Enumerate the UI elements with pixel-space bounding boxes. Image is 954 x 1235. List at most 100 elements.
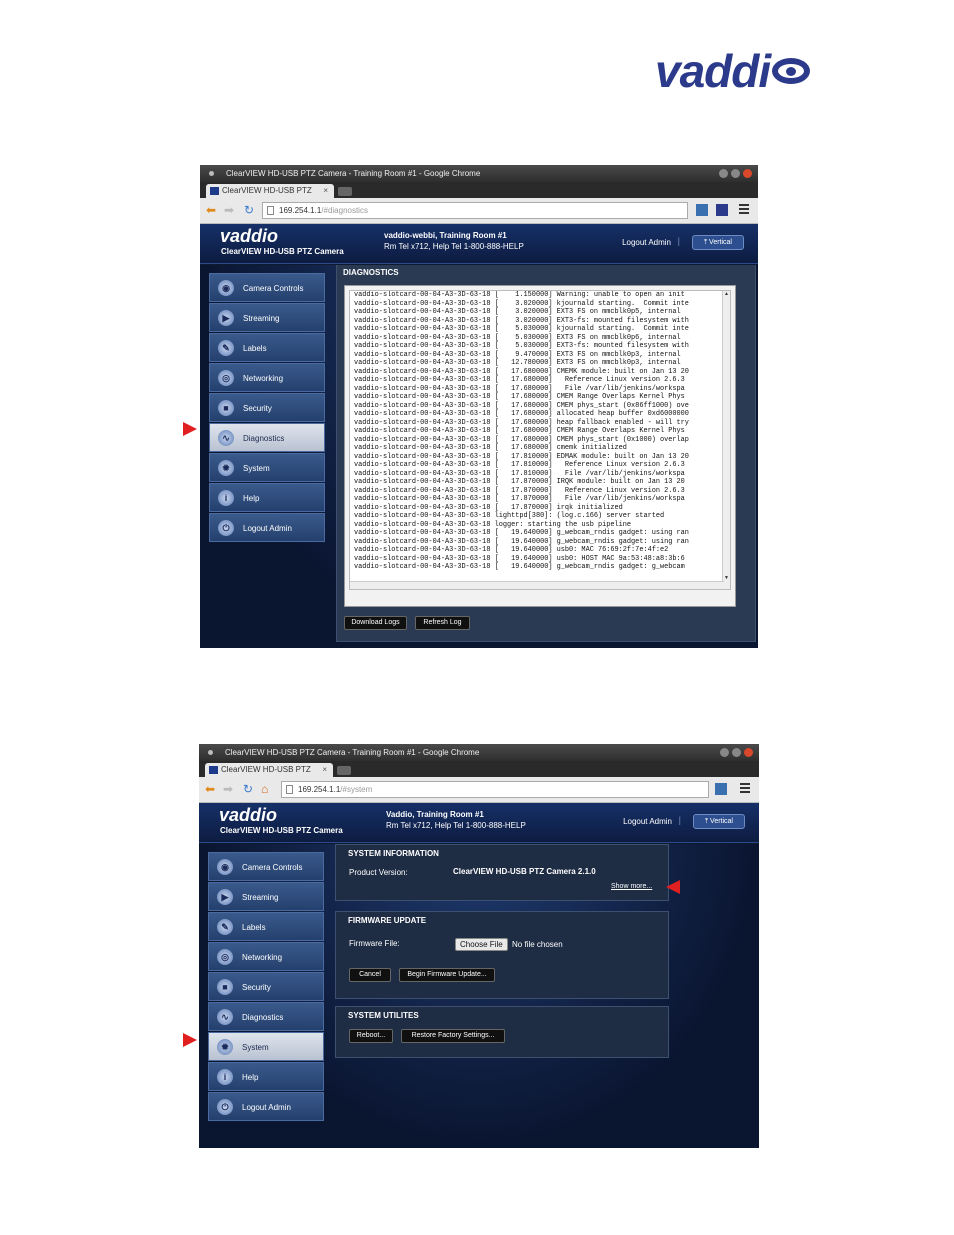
new-tab-button[interactable] <box>338 187 352 196</box>
cancel-button[interactable]: Cancel <box>349 968 391 982</box>
log-line: vaddio-slotcard-00-04-A3-3D-63-18 [ 19.6… <box>354 563 685 571</box>
log-line: vaddio-slotcard-00-04-A3-3D-63-18 [ 17.6… <box>354 418 689 427</box>
reboot-button[interactable]: Reboot... <box>349 1029 393 1043</box>
choose-file-button[interactable]: Choose File <box>455 938 508 951</box>
close-tab-icon[interactable]: × <box>323 184 328 198</box>
log-line: vaddio-slotcard-00-04-A3-3D-63-18 [ 5.03… <box>354 342 689 350</box>
sidebar-item-security[interactable]: ■ Security <box>209 393 325 422</box>
log-line: vaddio-slotcard-00-04-A3-3D-63-18 [ 17.6… <box>354 444 627 452</box>
sidebar-item-security[interactable]: ■ Security <box>208 972 324 1001</box>
sidebar-item-system[interactable]: ✹ System <box>209 453 325 482</box>
section-title: SYSTEM INFORMATION <box>348 849 439 858</box>
header-separator: | <box>677 236 680 246</box>
sidebar-item-system[interactable]: ✹ System <box>208 1032 324 1061</box>
vaddio-logo: vaddi <box>655 44 875 97</box>
window-title: ClearVIEW HD-USB PTZ Camera - Training R… <box>226 169 481 178</box>
sidebar-item-help[interactable]: i Help <box>209 483 325 512</box>
camera-icon: ◉ <box>217 859 233 875</box>
back-icon[interactable]: ⬅ <box>205 782 215 796</box>
sidebar-item-networking[interactable]: ◎ Networking <box>209 363 325 392</box>
sidebar-item-camera-controls[interactable]: ◉ Camera Controls <box>208 852 324 881</box>
log-vertical-scrollbar[interactable] <box>722 291 730 589</box>
window-menu-icon[interactable] <box>208 750 213 755</box>
chrome-menu-icon[interactable] <box>740 783 750 795</box>
vertical-layout-button[interactable]: ⤒ Vertical <box>693 814 745 829</box>
power-icon: ⏻ <box>217 1099 233 1115</box>
reload-icon[interactable]: ↻ <box>244 203 254 217</box>
minimize-icon[interactable] <box>720 748 729 757</box>
firmware-file-label: Firmware File: <box>349 939 400 948</box>
sidebar-item-diagnostics[interactable]: ∿ Diagnostics <box>208 1002 324 1031</box>
download-logs-button[interactable]: Download Logs <box>344 616 407 630</box>
sidebar-item-camera-controls[interactable]: ◉ Camera Controls <box>209 273 325 302</box>
maximize-icon[interactable] <box>731 169 740 178</box>
logo-o-icon <box>772 57 811 84</box>
log-line: vaddio-slotcard-00-04-A3-3D-63-18 [ 1.15… <box>354 291 685 299</box>
begin-firmware-update-button[interactable]: Begin Firmware Update... <box>399 968 495 982</box>
log-horizontal-scrollbar[interactable] <box>350 581 724 589</box>
close-window-icon[interactable] <box>743 169 752 178</box>
page-icon <box>267 206 274 215</box>
app-logo: vaddio <box>220 226 279 246</box>
close-window-icon[interactable] <box>744 748 753 757</box>
log-textarea[interactable]: vaddio-slotcard-00-04-A3-3D-63-18 [ 1.15… <box>349 290 731 590</box>
sidebar-item-networking[interactable]: ◎ Networking <box>208 942 324 971</box>
address-bar[interactable]: 169.254.1.1/#diagnostics <box>262 202 688 219</box>
address-bar[interactable]: 169.254.1.1/#system <box>281 781 709 798</box>
back-icon[interactable]: ⬅ <box>206 203 216 217</box>
new-tab-button[interactable] <box>337 766 351 775</box>
close-tab-icon[interactable]: × <box>322 763 327 777</box>
info-icon: i <box>218 490 234 506</box>
extension-monitor-icon[interactable] <box>696 204 708 216</box>
log-line: vaddio-slotcard-00-04-A3-3D-63-18 [ 19.6… <box>354 529 689 537</box>
navigation-bar: ⬅ ➡ ↻ ⌂ 169.254.1.1/#system <box>199 777 759 803</box>
tab-strip: ClearVIEW HD-USB PTZ × <box>199 761 759 777</box>
sidebar-item-streaming[interactable]: ▶ Streaming <box>208 882 324 911</box>
browser-tab[interactable]: ClearVIEW HD-USB PTZ × <box>206 184 334 198</box>
sidebar-item-streaming[interactable]: ▶ Streaming <box>209 303 325 332</box>
tab-strip: ClearVIEW HD-USB PTZ × <box>200 182 758 198</box>
forward-icon[interactable]: ➡ <box>223 782 233 796</box>
window-title: ClearVIEW HD-USB PTZ Camera - Training R… <box>225 748 480 757</box>
diagnostics-panel: DIAGNOSTICS vaddio-slotcard-00-04-A3-3D-… <box>336 265 756 642</box>
minimize-icon[interactable] <box>719 169 728 178</box>
log-line: vaddio-slotcard-00-04-A3-3D-63-18 [ 17.6… <box>354 427 685 435</box>
refresh-log-button[interactable]: Refresh Log <box>415 616 470 630</box>
log-line: vaddio-slotcard-00-04-A3-3D-63-18 logger… <box>354 520 632 529</box>
window-titlebar: ClearVIEW HD-USB PTZ Camera - Training R… <box>199 744 759 761</box>
sidebar-item-logout[interactable]: ⏻ Logout Admin <box>208 1092 324 1121</box>
favicon-icon <box>210 187 219 195</box>
restore-factory-settings-button[interactable]: Restore Factory Settings... <box>401 1029 505 1043</box>
section-title: FIRMWARE UPDATE <box>348 916 427 925</box>
log-line: vaddio-slotcard-00-04-A3-3D-63-18 [ 3.02… <box>354 299 689 308</box>
logout-link[interactable]: Logout Admin <box>622 238 671 247</box>
log-line: vaddio-slotcard-00-04-A3-3D-63-18 [ 9.47… <box>354 350 681 359</box>
vertical-layout-button[interactable]: ⤒ Vertical <box>692 235 744 250</box>
sidebar-item-diagnostics[interactable]: ∿ Diagnostics <box>209 423 325 452</box>
home-icon[interactable]: ⌂ <box>261 782 268 796</box>
extension-monitor-icon[interactable] <box>715 783 727 795</box>
room-phone: Rm Tel x712, Help Tel 1-800-888-HELP <box>386 821 526 830</box>
room-name: vaddio-webbi, Training Room #1 <box>384 231 507 240</box>
forward-icon[interactable]: ➡ <box>224 203 234 217</box>
gear-icon: ✹ <box>217 1039 233 1055</box>
browser-tab[interactable]: ClearVIEW HD-USB PTZ × <box>205 763 333 777</box>
maximize-icon[interactable] <box>732 748 741 757</box>
app-body: ◉ Camera Controls ▶ Streaming ✎ Labels ◎ Net… <box>200 265 758 648</box>
sidebar-item-help[interactable]: i Help <box>208 1062 324 1091</box>
pointer-arrow-system <box>183 1033 197 1047</box>
show-more-link[interactable]: Show more... <box>611 883 652 890</box>
sidebar-item-labels[interactable]: ✎ Labels <box>209 333 325 362</box>
gear-icon: ✹ <box>218 460 234 476</box>
chrome-menu-icon[interactable] <box>739 204 749 216</box>
extension-vaddio-icon[interactable] <box>716 204 728 216</box>
logout-link[interactable]: Logout Admin <box>623 817 672 826</box>
sidebar-item-labels[interactable]: ✎ Labels <box>208 912 324 941</box>
sidebar-item-logout[interactable]: ⏻ Logout Admin <box>209 513 325 542</box>
navigation-bar: ⬅ ➡ ↻ 169.254.1.1/#diagnostics <box>200 198 758 224</box>
product-version-value: ClearVIEW HD-USB PTZ Camera 2.1.0 <box>453 867 596 876</box>
window-menu-icon[interactable] <box>209 171 214 176</box>
reload-icon[interactable]: ↻ <box>243 782 253 796</box>
header-separator: | <box>678 815 681 825</box>
lock-icon: ■ <box>217 979 233 995</box>
